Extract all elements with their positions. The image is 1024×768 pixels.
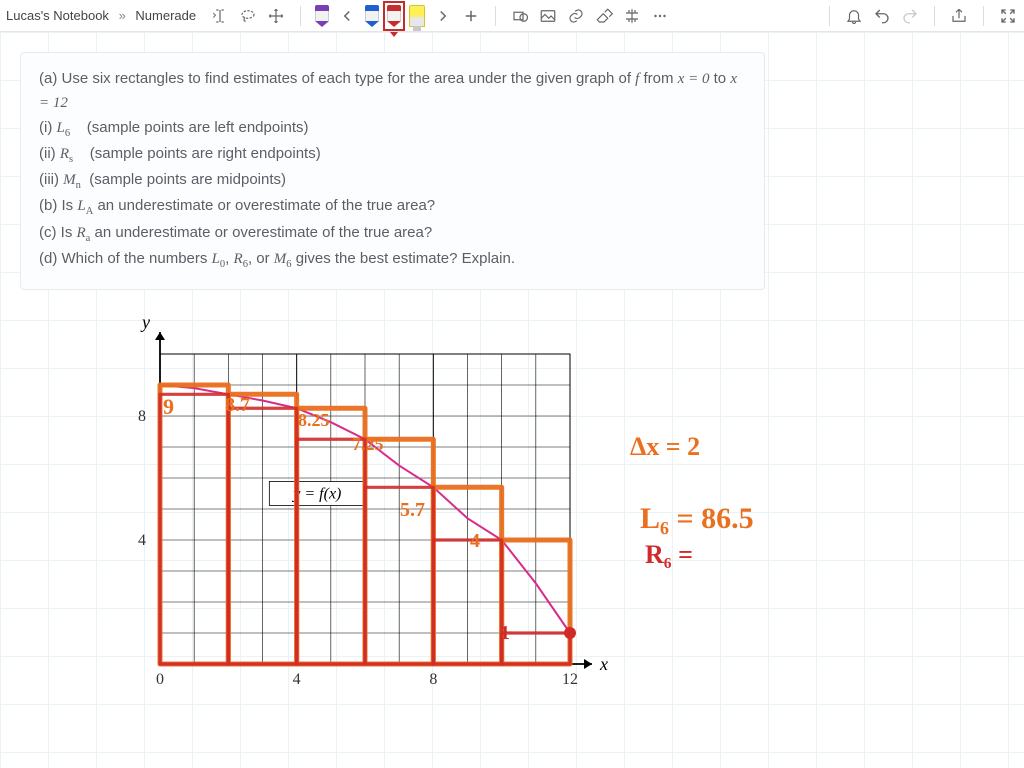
eraser-icon[interactable] [594,6,614,26]
redo-icon[interactable] [900,6,920,26]
hw-dx: Δx = 2 [630,432,700,462]
part-a-i: (i) L6 (sample points are left endpoints… [39,116,746,142]
fullscreen-icon[interactable] [998,6,1018,26]
breadcrumb-sep: » [119,8,126,23]
pen-purple[interactable] [315,5,329,27]
svg-text:4: 4 [293,671,301,688]
hw-v3: 8.25 [298,410,330,431]
svg-text:8: 8 [429,671,437,688]
app-toolbar: Lucas's Notebook » Numerade [0,0,1024,32]
hw-v5: 5.7 [400,499,425,522]
part-c: (c) Is Ra an underestimate or overestima… [39,221,746,247]
part-a-iii: (iii) Mn (sample points are midpoints) [39,168,746,194]
text-cursor-icon[interactable] [210,6,230,26]
hw-L6: L₆ = 86.5 [640,502,754,536]
svg-text:4: 4 [138,532,146,549]
svg-text:8: 8 [138,408,146,425]
pan-icon[interactable] [266,6,286,26]
breadcrumb-notebook[interactable]: Lucas's Notebook [6,8,109,23]
page-canvas[interactable]: (a) Use six rectangles to find estimates… [0,32,1024,768]
breadcrumb-page[interactable]: Numerade [135,8,196,23]
prev-pen-icon[interactable] [337,6,357,26]
undo-icon[interactable] [872,6,892,26]
svg-text:y: y [140,312,150,332]
highlighter-yellow[interactable] [409,5,425,27]
shape-icon[interactable] [510,6,530,26]
part-a-ii: (ii) Rs (sample points are right endpoin… [39,142,746,168]
hw-R6: R₆ = [645,540,693,570]
hw-v4: 7.25 [352,434,384,455]
part-a: (a) Use six rectangles to find estimates… [39,67,746,116]
next-pen-icon[interactable] [433,6,453,26]
part-b: (b) Is LA an underestimate or overestima… [39,194,746,220]
ruler-icon[interactable] [622,6,642,26]
svg-text:x: x [599,654,608,674]
link-icon[interactable] [566,6,586,26]
hw-v2: 8.7 [225,394,250,417]
add-pen-icon[interactable] [461,6,481,26]
share-icon[interactable] [949,6,969,26]
svg-text:0: 0 [156,671,164,688]
pen-red[interactable] [387,5,401,27]
bell-icon[interactable] [844,6,864,26]
more-icon[interactable] [650,6,670,26]
riemann-figure: 0481248xyy = f(x) [110,324,590,704]
image-icon[interactable] [538,6,558,26]
svg-text:12: 12 [562,671,578,688]
hw-v6: 4 [470,530,480,553]
lasso-icon[interactable] [238,6,258,26]
part-d: (d) Which of the numbers L0, R6, or M6 g… [39,247,746,273]
hw-v1: 9 [163,394,174,420]
breadcrumb[interactable]: Lucas's Notebook » Numerade [6,8,196,23]
pen-blue[interactable] [365,5,379,27]
hw-v7: 1 [500,622,510,645]
problem-card: (a) Use six rectangles to find estimates… [20,52,765,290]
